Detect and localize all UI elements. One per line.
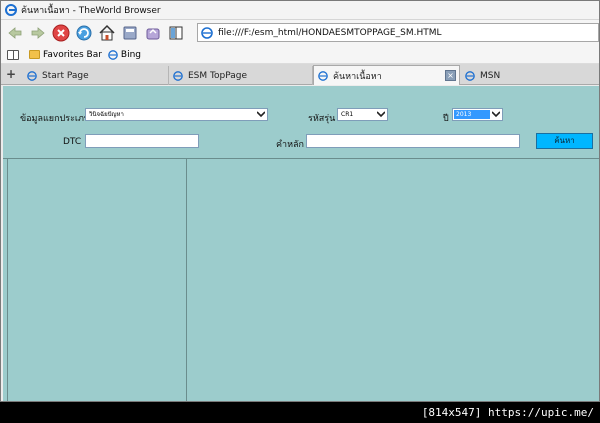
search-button[interactable]: ค้นหา <box>536 133 593 149</box>
undo-close-button[interactable] <box>143 23 163 43</box>
stop-icon <box>52 24 70 42</box>
tab-label: Start Page <box>42 70 89 81</box>
new-tab-plus-icon[interactable]: + <box>5 68 17 80</box>
tab-esm-toppage[interactable]: ESM TopPage <box>169 66 313 85</box>
book-icon <box>169 26 183 40</box>
forward-button[interactable] <box>28 23 48 43</box>
browser-window: ค้นหาเนื้อหา - TheWorld Browser file:///… <box>0 0 600 402</box>
refresh-icon <box>76 25 92 41</box>
back-arrow-icon <box>8 27 22 39</box>
category-label: ข้อมูลแยกประเภท <box>20 114 90 124</box>
history-button[interactable] <box>120 23 140 43</box>
tab-search-content[interactable]: ค้นหาเนื้อหา × <box>313 65 460 85</box>
tab-msn[interactable]: MSN <box>461 66 599 85</box>
model-label: รหัสรุ่น <box>308 114 336 124</box>
tab-label: ค้นหาเนื้อหา <box>333 71 382 82</box>
undo-icon <box>146 28 160 40</box>
tab-label: ESM TopPage <box>188 70 248 81</box>
ie-icon <box>27 70 37 81</box>
theworld-browser-icon <box>5 4 17 16</box>
home-icon <box>99 24 115 41</box>
forward-arrow-icon <box>31 27 45 39</box>
favorites-bar-folder[interactable]: Favorites Bar <box>29 50 102 60</box>
ie-icon <box>173 70 183 81</box>
dtc-input[interactable] <box>85 134 199 148</box>
navigation-toolbar: file:///F:/esm_html/HONDAESMTOPPAGE_SM.H… <box>1 20 599 46</box>
folder-icon <box>29 50 40 59</box>
title-bar: ค้นหาเนื้อหา - TheWorld Browser <box>1 1 599 20</box>
model-select-value: CR1 <box>341 111 354 118</box>
favorites-button[interactable] <box>166 23 186 43</box>
tab-label: MSN <box>480 70 501 81</box>
year-label: ปี <box>443 114 449 124</box>
address-bar[interactable]: file:///F:/esm_html/HONDAESMTOPPAGE_SM.H… <box>197 23 599 42</box>
ie-icon <box>108 49 118 60</box>
chevron-down-icon <box>257 111 265 118</box>
ie-icon <box>318 70 328 81</box>
back-button[interactable] <box>5 23 25 43</box>
favorites-center-icon[interactable] <box>7 49 19 60</box>
dtc-label: DTC <box>63 137 82 147</box>
keyword-input[interactable] <box>306 134 520 148</box>
pane-splitter[interactable] <box>186 159 187 401</box>
category-select[interactable]: วินิจฉัยปัญหา <box>85 108 268 121</box>
favorites-bar: Favorites Bar Bing <box>1 46 599 64</box>
close-tab-icon[interactable]: × <box>445 70 456 81</box>
favorites-link-label: Bing <box>120 49 141 60</box>
results-tree-pane[interactable] <box>3 159 186 401</box>
year-select[interactable]: 2013 <box>452 108 503 121</box>
page-content: ข้อมูลแยกประเภท วินิจฉัยปัญหา รหัสรุ่น C… <box>3 86 599 401</box>
ie-page-icon <box>201 26 213 39</box>
tab-start-page[interactable]: Start Page <box>23 66 169 85</box>
chevron-down-icon <box>492 111 500 118</box>
tab-bar: + Start Page ESM TopPage ค้นหาเนื้อหา × … <box>1 64 599 85</box>
category-select-value: วินิจฉัยปัญหา <box>89 111 124 118</box>
year-select-value: 2013 <box>454 110 490 119</box>
stop-button[interactable] <box>51 23 71 43</box>
refresh-button[interactable] <box>74 23 94 43</box>
ie-icon <box>465 70 475 81</box>
address-url[interactable]: file:///F:/esm_html/HONDAESMTOPPAGE_SM.H… <box>218 28 441 38</box>
home-button[interactable] <box>97 23 117 43</box>
favorites-bar-label: Favorites Bar <box>43 49 102 60</box>
keyword-label: คำหลัก <box>276 140 304 150</box>
chevron-down-icon <box>377 111 385 118</box>
history-icon <box>123 26 137 40</box>
window-title: ค้นหาเนื้อหา - TheWorld Browser <box>21 6 161 16</box>
model-select[interactable]: CR1 <box>337 108 388 121</box>
favorites-link-bing[interactable]: Bing <box>108 50 141 60</box>
image-watermark: [814x547] https://upic.me/ <box>0 402 600 423</box>
